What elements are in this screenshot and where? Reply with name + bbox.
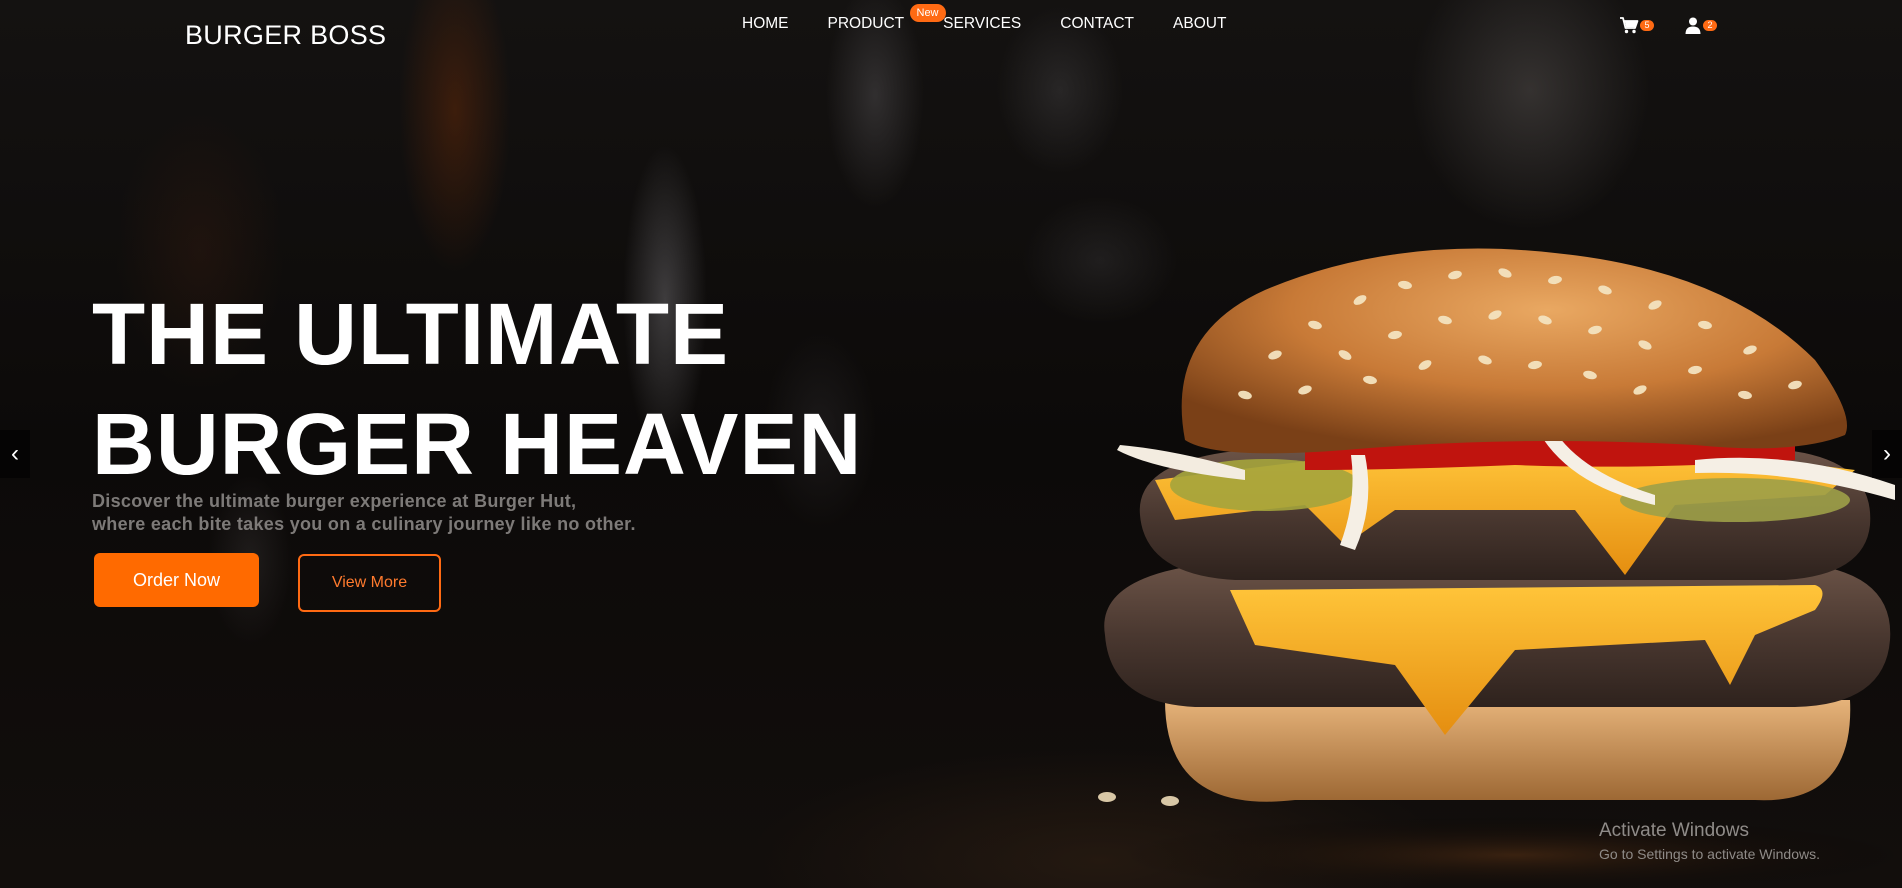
- brand-logo[interactable]: BURGER BOSS: [185, 20, 386, 51]
- cart-icon: [1620, 17, 1639, 34]
- nav-item-product-label: PRODUCT: [827, 15, 905, 32]
- watermark-title: Activate Windows: [1599, 820, 1749, 841]
- carousel-prev-button[interactable]: ‹: [0, 430, 30, 478]
- nav-item-home-label: HOME: [742, 15, 789, 32]
- view-more-button[interactable]: View More: [298, 554, 441, 612]
- nav-item-contact-label: CONTACT: [1060, 15, 1135, 32]
- nav-item-services[interactable]: SERVICES: [943, 14, 1021, 34]
- chevron-right-icon: ›: [1883, 440, 1891, 467]
- cart-button[interactable]: 5: [1620, 17, 1654, 35]
- order-now-button[interactable]: Order Now: [94, 553, 259, 607]
- hero-description-line2: where each bite takes you on a culinary …: [92, 514, 636, 534]
- main-nav: HOME PRODUCT New SERVICES CONTACT ABOUT: [742, 4, 1265, 34]
- carousel-next-button[interactable]: ›: [1872, 430, 1902, 478]
- new-badge: New: [909, 4, 946, 22]
- nav-item-contact[interactable]: CONTACT: [1060, 14, 1134, 34]
- nav-item-home[interactable]: HOME: [742, 14, 789, 34]
- hero-description: Discover the ultimate burger experience …: [92, 490, 636, 536]
- hero-description-line1: Discover the ultimate burger experience …: [92, 491, 577, 511]
- chevron-left-icon: ‹: [11, 440, 19, 467]
- cart-count-badge: 5: [1640, 20, 1654, 31]
- hero-title-line1: THE ULTIMATE: [92, 286, 730, 383]
- user-icon: [1685, 17, 1701, 34]
- watermark-subtitle: Go to Settings to activate Windows.: [1599, 846, 1820, 862]
- hero-title: THE ULTIMATE BURGER HEAVEN: [92, 280, 862, 500]
- user-button[interactable]: 2: [1685, 17, 1717, 35]
- user-count-badge: 2: [1703, 20, 1717, 31]
- windows-activation-watermark: Activate Windows Go to Settings to activ…: [1599, 820, 1820, 864]
- hero-title-line2: BURGER HEAVEN: [92, 396, 863, 493]
- nav-item-about-label: ABOUT: [1173, 15, 1227, 32]
- nav-item-services-label: SERVICES: [943, 15, 1022, 32]
- nav-item-about[interactable]: ABOUT: [1173, 14, 1226, 34]
- nav-item-product[interactable]: PRODUCT New: [827, 4, 946, 34]
- burger-image: [1098, 248, 1902, 888]
